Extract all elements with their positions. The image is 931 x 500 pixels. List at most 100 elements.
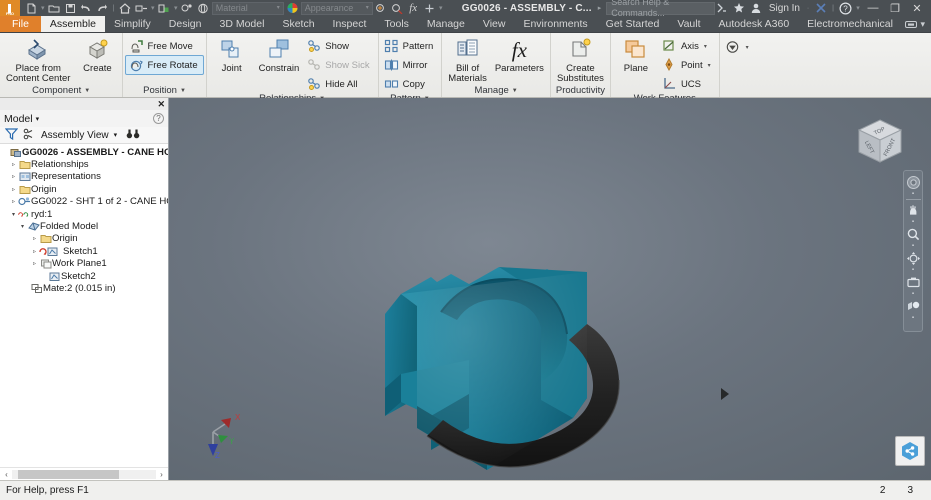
bill-of-materials-button[interactable]: Bill of Materials	[445, 36, 490, 85]
tab-electromechanical[interactable]: Electromechanical	[798, 16, 902, 32]
show-motion-icon[interactable]	[905, 298, 922, 315]
filter-icon[interactable]	[5, 128, 18, 143]
expander-icon[interactable]: ▹	[9, 198, 18, 205]
return-icon[interactable]	[134, 1, 149, 15]
expander-icon[interactable]: ▹	[9, 173, 18, 180]
tab-sketch[interactable]: Sketch	[273, 16, 323, 32]
steering-wheel-icon[interactable]	[905, 174, 922, 191]
help-dropdown-icon[interactable]: ▾	[855, 4, 861, 12]
add-icon[interactable]	[422, 1, 437, 15]
appearance-sphere-icon[interactable]	[285, 1, 300, 15]
visibility-options-button[interactable]: ▾	[723, 38, 754, 56]
select-icon[interactable]	[180, 1, 195, 15]
favorites-star-icon[interactable]	[732, 1, 747, 15]
work-axis-button[interactable]: Axis ▾	[660, 37, 716, 55]
tab-3d-model[interactable]: 3D Model	[210, 16, 273, 32]
expander-icon[interactable]: ▹	[9, 186, 18, 193]
tree-node-work-plane1[interactable]: ▹ Work Plane1	[0, 258, 168, 270]
binoculars-icon[interactable]	[126, 128, 140, 143]
joint-button[interactable]: Joint	[210, 36, 254, 75]
home-icon[interactable]	[118, 1, 133, 15]
sphere-icon[interactable]	[196, 1, 211, 15]
title-dropdown-icon[interactable]: ▸	[598, 4, 602, 12]
place-from-content-center-button[interactable]: Place from Content Center	[3, 36, 73, 85]
tree-node-mate2[interactable]: Mate:2 (0.015 in)	[0, 282, 168, 294]
help-icon[interactable]: ?	[153, 113, 164, 124]
tab-autodesk-a360[interactable]: Autodesk A360	[710, 16, 799, 32]
tab-file[interactable]: File	[0, 16, 41, 32]
tree-node-sketch1[interactable]: ▹ Sketch1	[0, 245, 168, 257]
expander-icon[interactable]: ▹	[9, 161, 18, 168]
parameters-button[interactable]: fx Parameters	[492, 36, 547, 75]
tree-node-relationships[interactable]: ▹ Relationships	[0, 158, 168, 170]
tree-node-part-gg0022[interactable]: ▹ GG0022 - SHT 1 of 2 - CANE HOLDER - BE	[0, 196, 168, 208]
scroll-thumb[interactable]	[18, 470, 119, 479]
help-icon[interactable]: ?	[838, 1, 853, 15]
zoom-icon[interactable]	[905, 226, 922, 243]
pan-icon[interactable]	[905, 202, 922, 219]
application-menu-button[interactable]: PRO	[0, 0, 20, 16]
clear-appearance-icon[interactable]	[390, 1, 405, 15]
panel-component-title[interactable]: Component ▼	[3, 85, 119, 97]
adjust-appearance-icon[interactable]	[374, 1, 389, 15]
save-document-icon[interactable]	[63, 1, 78, 15]
open-document-icon[interactable]	[47, 1, 62, 15]
close-icon[interactable]: ✕	[157, 99, 165, 110]
constrain-button[interactable]: Constrain	[256, 36, 303, 75]
tree-node-folded-model[interactable]: ▾ Folded Model	[0, 220, 168, 232]
expander-icon[interactable]: ▹	[30, 260, 39, 267]
chevron-down-icon[interactable]: ▾	[704, 43, 707, 50]
new-document-icon[interactable]	[24, 1, 39, 15]
work-point-button[interactable]: Point ▾	[660, 56, 716, 74]
sign-in-button[interactable]: Sign In	[766, 3, 803, 14]
tree-node-sketch2[interactable]: Sketch2	[0, 270, 168, 282]
appearance-selector[interactable]: Appearance ▾	[301, 2, 373, 15]
show-relationships-button[interactable]: Show	[304, 37, 374, 55]
user-account-icon[interactable]	[749, 1, 764, 15]
chevron-down-icon[interactable]: ▾	[746, 44, 749, 51]
assembly-view-label[interactable]: Assembly View	[41, 130, 109, 141]
material-selector[interactable]: Material ▾	[212, 2, 284, 15]
hide-all-button[interactable]: Hide All	[304, 75, 374, 93]
qat-overflow-icon[interactable]: ▾	[438, 4, 444, 12]
restore-button[interactable]: ❐	[885, 0, 905, 16]
browser-horizontal-scrollbar[interactable]: ‹ ›	[0, 467, 168, 480]
expander-icon[interactable]: ▹	[30, 235, 39, 242]
expander-icon[interactable]: ▹	[30, 248, 39, 255]
tree-node-ryd[interactable]: ▾ ryd:1	[0, 208, 168, 220]
copy-button[interactable]: Copy	[382, 75, 439, 93]
3d-viewport[interactable]: TOP LEFT FRONT ▪ ▪ ▪	[169, 98, 931, 480]
redo-icon[interactable]	[95, 1, 110, 15]
tab-view[interactable]: View	[474, 16, 515, 32]
tab-environments[interactable]: Environments	[514, 16, 596, 32]
a360-share-button[interactable]	[895, 436, 925, 466]
tab-simplify[interactable]: Simplify	[105, 16, 160, 32]
tab-vault[interactable]: Vault	[668, 16, 709, 32]
tree-node-assembly[interactable]: GG0026 - ASSEMBLY - CANE HOLDER.i	[0, 146, 168, 158]
scroll-right-icon[interactable]: ›	[156, 470, 167, 479]
tree-node-representations[interactable]: ▹ Representations	[0, 171, 168, 183]
chevron-down-icon[interactable]: ▾	[36, 115, 40, 123]
expander-icon[interactable]: ▾	[18, 223, 27, 230]
tab-get-started[interactable]: Get Started	[597, 16, 669, 32]
create-component-button[interactable]: Create	[75, 36, 119, 75]
tab-inspect[interactable]: Inspect	[324, 16, 376, 32]
create-substitutes-button[interactable]: Create Substitutes	[554, 36, 607, 85]
exchange-apps-icon[interactable]	[813, 1, 828, 15]
tree-node-origin[interactable]: ▹ Origin	[0, 183, 168, 195]
view-cube[interactable]: TOP LEFT FRONT	[851, 114, 909, 172]
tab-tools[interactable]: Tools	[375, 16, 418, 32]
panel-position-title[interactable]: Position ▼	[126, 85, 202, 97]
ucs-button[interactable]: UCS	[660, 75, 716, 93]
search-help-input[interactable]: Search Help & Commands...	[606, 2, 715, 15]
parameters-fx-icon[interactable]: fx	[406, 1, 421, 15]
tree-node-origin-2[interactable]: ▹ Origin	[0, 233, 168, 245]
cane-holder-model[interactable]	[169, 98, 931, 480]
free-rotate-button[interactable]: Free Rotate	[126, 56, 202, 74]
tab-design[interactable]: Design	[160, 16, 211, 32]
undo-icon[interactable]	[79, 1, 94, 15]
mirror-button[interactable]: Mirror	[382, 56, 439, 74]
scroll-track[interactable]	[12, 470, 156, 479]
new-dropdown-icon[interactable]: ▾	[40, 4, 46, 12]
chevron-down-icon[interactable]: ▾	[114, 131, 118, 139]
